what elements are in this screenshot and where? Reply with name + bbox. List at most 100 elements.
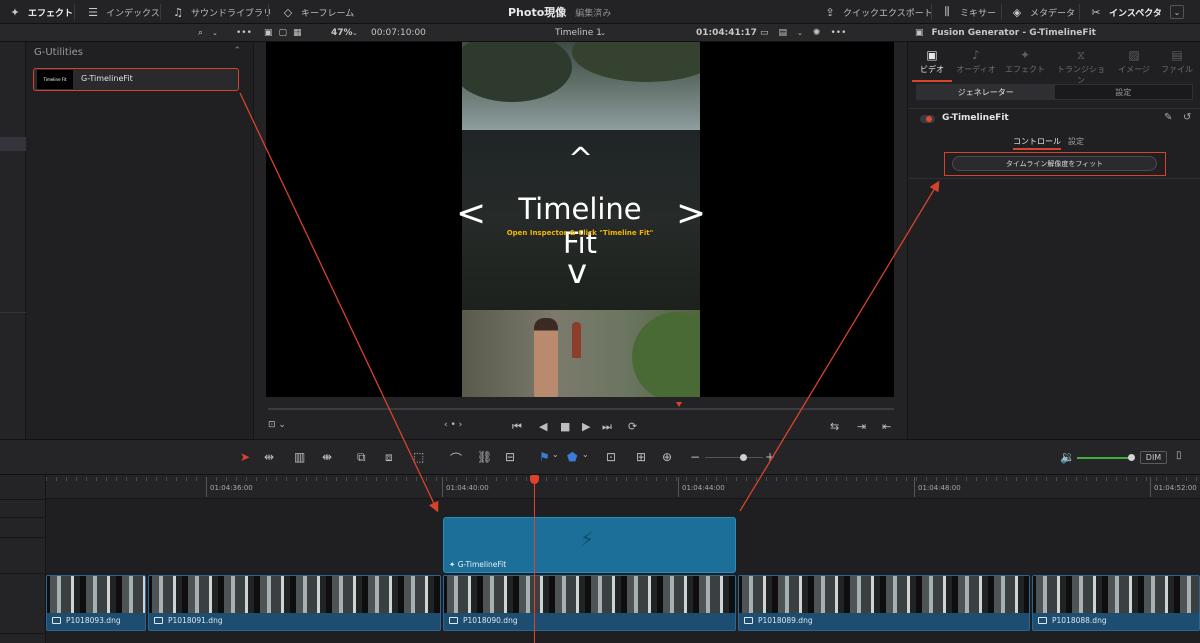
zoom-slider-track[interactable]: [705, 457, 763, 458]
go-to-start-icon[interactable]: ⏮: [512, 420, 522, 434]
play-reverse-icon[interactable]: ◀: [539, 420, 547, 433]
subtab-controls[interactable]: コントロール: [1013, 136, 1061, 150]
screen-icon[interactable]: ▭: [760, 28, 769, 38]
marker-icon[interactable]: ⬟: [567, 450, 577, 464]
subtab-settings[interactable]: 設定: [1068, 136, 1084, 147]
sound-library-tab[interactable]: ♫ サウンドライブラリ: [171, 0, 272, 24]
search-icon[interactable]: ⌕: [198, 24, 203, 42]
zoom-in-icon[interactable]: +: [765, 450, 775, 464]
insert-clip-icon[interactable]: ⧉: [357, 450, 366, 465]
inspector-tab-image[interactable]: ▨ イメージ: [1110, 48, 1158, 75]
viewer-scrubber[interactable]: [268, 402, 894, 410]
quick-export-tab[interactable]: ⇪ クイックエクスポート: [823, 0, 933, 24]
jog-control[interactable]: ‹ • ›: [444, 420, 462, 430]
chevron-down-icon[interactable]: ⌄: [352, 24, 358, 42]
effects-tab[interactable]: ✦ エフェクト: [8, 0, 73, 24]
prev-frame-icon[interactable]: ⇤: [882, 420, 891, 433]
blade-tool-icon[interactable]: ⇼: [322, 450, 332, 464]
inspector-tab-video[interactable]: ▣ ビデオ: [908, 48, 956, 82]
zoom-level[interactable]: 47%: [331, 24, 353, 42]
replace-clip-icon[interactable]: ⬚: [413, 450, 424, 464]
chevron-down-icon[interactable]: ⌄: [797, 29, 803, 37]
color-wheel-icon[interactable]: ✺: [813, 28, 821, 38]
mixer-tab[interactable]: ⫼ ミキサー: [940, 0, 996, 24]
image-icon[interactable]: ▣: [264, 28, 273, 38]
viewer-screen[interactable]: ^ < > v Timeline Fit Open Inspector & Cl…: [266, 42, 894, 397]
timeline-ruler[interactable]: 01:04:36:00 01:04:40:00 01:04:44:00 01:0…: [46, 475, 1200, 499]
volume-slider-track[interactable]: [1077, 457, 1132, 459]
zoom-custom-icon[interactable]: ⊕: [662, 450, 672, 464]
video-clip[interactable]: P1018091.dng: [148, 575, 441, 631]
volume-icon[interactable]: 🔉: [1060, 450, 1075, 464]
play-icon[interactable]: ▶: [582, 420, 590, 433]
zoom-full-icon[interactable]: ⊡: [606, 450, 616, 464]
crop-icon[interactable]: ▢: [279, 28, 288, 38]
lock-icon[interactable]: ⊟: [505, 450, 515, 464]
video-clip[interactable]: P1018088.dng: [1032, 575, 1200, 631]
stop-icon[interactable]: ■: [560, 420, 570, 433]
video-clip[interactable]: P1018089.dng: [738, 575, 1030, 631]
more-options-icon[interactable]: •••: [236, 24, 252, 42]
inspector-tab-label: トランジション: [1057, 65, 1105, 85]
snapping-icon[interactable]: ⌒: [450, 450, 462, 467]
reset-icon[interactable]: ↺: [1183, 112, 1191, 123]
zoom-detail-icon[interactable]: ⊞: [636, 450, 646, 464]
segment-generator[interactable]: ジェネレーター: [917, 85, 1055, 99]
transform-icon[interactable]: ⊡ ⌄: [268, 420, 286, 430]
chevron-down-icon[interactable]: ⌄: [552, 450, 559, 459]
overwrite-clip-icon[interactable]: ⧈: [385, 450, 393, 465]
keyframes-tab[interactable]: ◇ キーフレーム: [281, 0, 354, 24]
zoom-out-icon[interactable]: −: [690, 450, 700, 464]
index-tab[interactable]: ☰ インデックス: [86, 0, 160, 24]
quick-export-tab-label: クイックエクスポート: [843, 8, 933, 19]
playhead-handle[interactable]: [530, 475, 539, 484]
image-icon: [744, 617, 753, 624]
viewer-mode-icons[interactable]: ▣ ▢ ▦: [264, 24, 302, 42]
loop-range-icon[interactable]: ⇆: [830, 420, 839, 433]
inspector-tab-label: インスペクタ: [1109, 8, 1162, 19]
mixer-tab-label: ミキサー: [960, 8, 997, 19]
video-clip[interactable]: P1018093.dng: [46, 575, 146, 631]
audio-meter-icon[interactable]: ▯: [1176, 450, 1182, 461]
chevron-down-icon[interactable]: ⌄: [212, 24, 218, 42]
magic-wand-icon[interactable]: ✎: [1164, 112, 1172, 123]
dynamic-trim-icon[interactable]: ▥: [294, 450, 305, 464]
inspector-tab-transition[interactable]: ⧖ トランジション: [1054, 48, 1108, 86]
timeline-fit-button[interactable]: タイムライン解像度をフィット: [952, 156, 1157, 171]
enable-toggle[interactable]: [920, 115, 935, 123]
more-options-icon[interactable]: •••: [830, 28, 846, 38]
collapse-button[interactable]: ⌄: [1170, 5, 1184, 19]
zoom-slider-knob[interactable]: [740, 454, 747, 461]
trim-tool-icon[interactable]: ⇹: [264, 450, 274, 464]
link-icon[interactable]: ⛓: [477, 450, 492, 464]
flag-icon[interactable]: ⚑: [539, 450, 550, 464]
chevron-up-icon[interactable]: ⌃: [233, 46, 241, 56]
metadata-tab[interactable]: ◈ メタデータ: [1010, 0, 1075, 24]
viewer-tools[interactable]: ▭ ▤ ⌄ ✺ •••: [760, 24, 846, 42]
inspector-tab[interactable]: ✂ インスペクタ: [1089, 0, 1162, 24]
dim-button[interactable]: DIM: [1140, 451, 1167, 464]
inspector-tab-audio[interactable]: ♪ オーディオ: [952, 48, 1000, 75]
generator-clip[interactable]: ⚡ ✦ G-TimelineFit: [443, 517, 736, 573]
loop-icon[interactable]: ⟳: [628, 420, 637, 433]
timeline-name[interactable]: Timeline 1: [555, 24, 602, 42]
go-to-end-icon[interactable]: ⏭: [602, 420, 612, 434]
effect-item-g-timelinefit[interactable]: Timeline Fit G-TimelineFit: [33, 68, 239, 91]
selection-tool-icon[interactable]: ➤: [240, 450, 250, 464]
timeline-playhead[interactable]: [534, 475, 535, 643]
next-frame-icon[interactable]: ⇥: [857, 420, 866, 433]
inspector-tab-file[interactable]: ▤ ファイル: [1153, 48, 1200, 75]
list-icon: ☰: [88, 5, 98, 19]
scrubber-playhead[interactable]: [676, 402, 682, 407]
video-clip[interactable]: P1018090.dng: [443, 575, 736, 631]
chevron-down-icon[interactable]: ⌄: [582, 450, 589, 459]
ruler-tick: [678, 477, 679, 497]
timeline[interactable]: 01:04:36:00 01:04:40:00 01:04:44:00 01:0…: [0, 475, 1200, 643]
volume-slider-knob[interactable]: [1128, 454, 1135, 461]
segment-settings[interactable]: 設定: [1055, 85, 1193, 99]
inspector-tab-effects[interactable]: ✦ エフェクト: [1001, 48, 1049, 75]
chevron-down-icon[interactable]: ⌄: [600, 24, 606, 42]
film-icon[interactable]: ▦: [293, 28, 302, 38]
selected-category[interactable]: [0, 137, 26, 151]
layout-icon[interactable]: ▤: [779, 28, 788, 38]
